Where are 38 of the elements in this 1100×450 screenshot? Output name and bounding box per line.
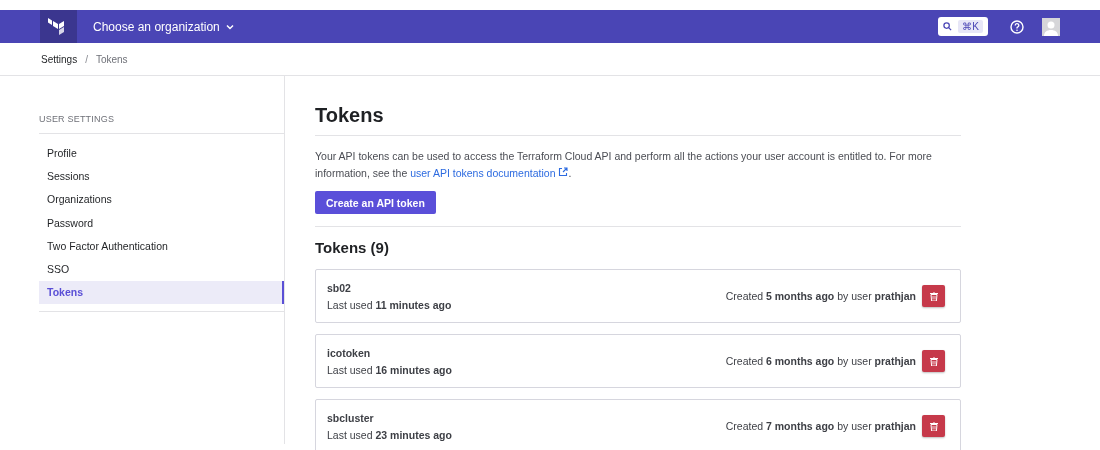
last-used-text: Last used 11 minutes ago (327, 298, 453, 311)
description-text: Your API tokens can be used to access the Terraform Cloud API and perform all the actions your user account is entitled to. For more information, see the user API tokens documentation . (315, 149, 933, 181)
last-used-text: Last used 16 minutes ago (327, 363, 453, 376)
breadcrumb-current: Tokens (95, 53, 128, 65)
documentation-link[interactable]: user API tokens documentation (410, 167, 569, 179)
token-name: sb02 (327, 281, 352, 294)
sidebar-item[interactable]: Sessions (39, 164, 284, 188)
delete-button[interactable] (922, 415, 945, 437)
sidebar-item[interactable]: Tokens (39, 280, 284, 305)
trash-icon (929, 356, 938, 366)
sidebar-item[interactable]: Organizations (39, 187, 284, 211)
help-icon[interactable] (1010, 19, 1024, 34)
sidebar-item[interactable]: SSO (39, 257, 284, 281)
sidebar-item[interactable]: Profile (39, 141, 284, 165)
created-text: Created 7 months ago by user prathjan (725, 420, 916, 432)
shortcut-label: ⌘K (958, 20, 983, 33)
breadcrumb-link[interactable]: Settings (41, 53, 78, 65)
organization-menu[interactable]: Choose an organization (93, 19, 235, 34)
delete-button[interactable] (922, 285, 945, 307)
create-token-button[interactable]: Create an API token (315, 191, 436, 214)
search-button[interactable]: ⌘K (938, 17, 988, 36)
sidebar-item[interactable]: Password (39, 210, 284, 235)
delete-button[interactable] (922, 350, 945, 372)
sidebar-heading: USER SETTINGS (39, 114, 284, 134)
token-name: icotoken (327, 346, 372, 359)
trash-icon (929, 291, 938, 301)
created-text: Created 5 months ago by user prathjan (725, 290, 916, 302)
token-name: sbcluster (327, 411, 375, 424)
created-text: Created 6 months ago by user prathjan (725, 355, 916, 367)
logo-icon[interactable] (40, 10, 77, 43)
last-used-text: Last used 23 minutes ago (327, 428, 453, 441)
search-icon (943, 22, 953, 31)
section-title: Tokens (9) (315, 239, 390, 256)
trash-icon (929, 421, 938, 431)
page-title: Tokens (315, 104, 961, 136)
breadcrumb-separator: / (85, 53, 88, 65)
external-link-icon (558, 167, 569, 177)
sidebar-item[interactable]: Two Factor Authentication (39, 234, 284, 258)
